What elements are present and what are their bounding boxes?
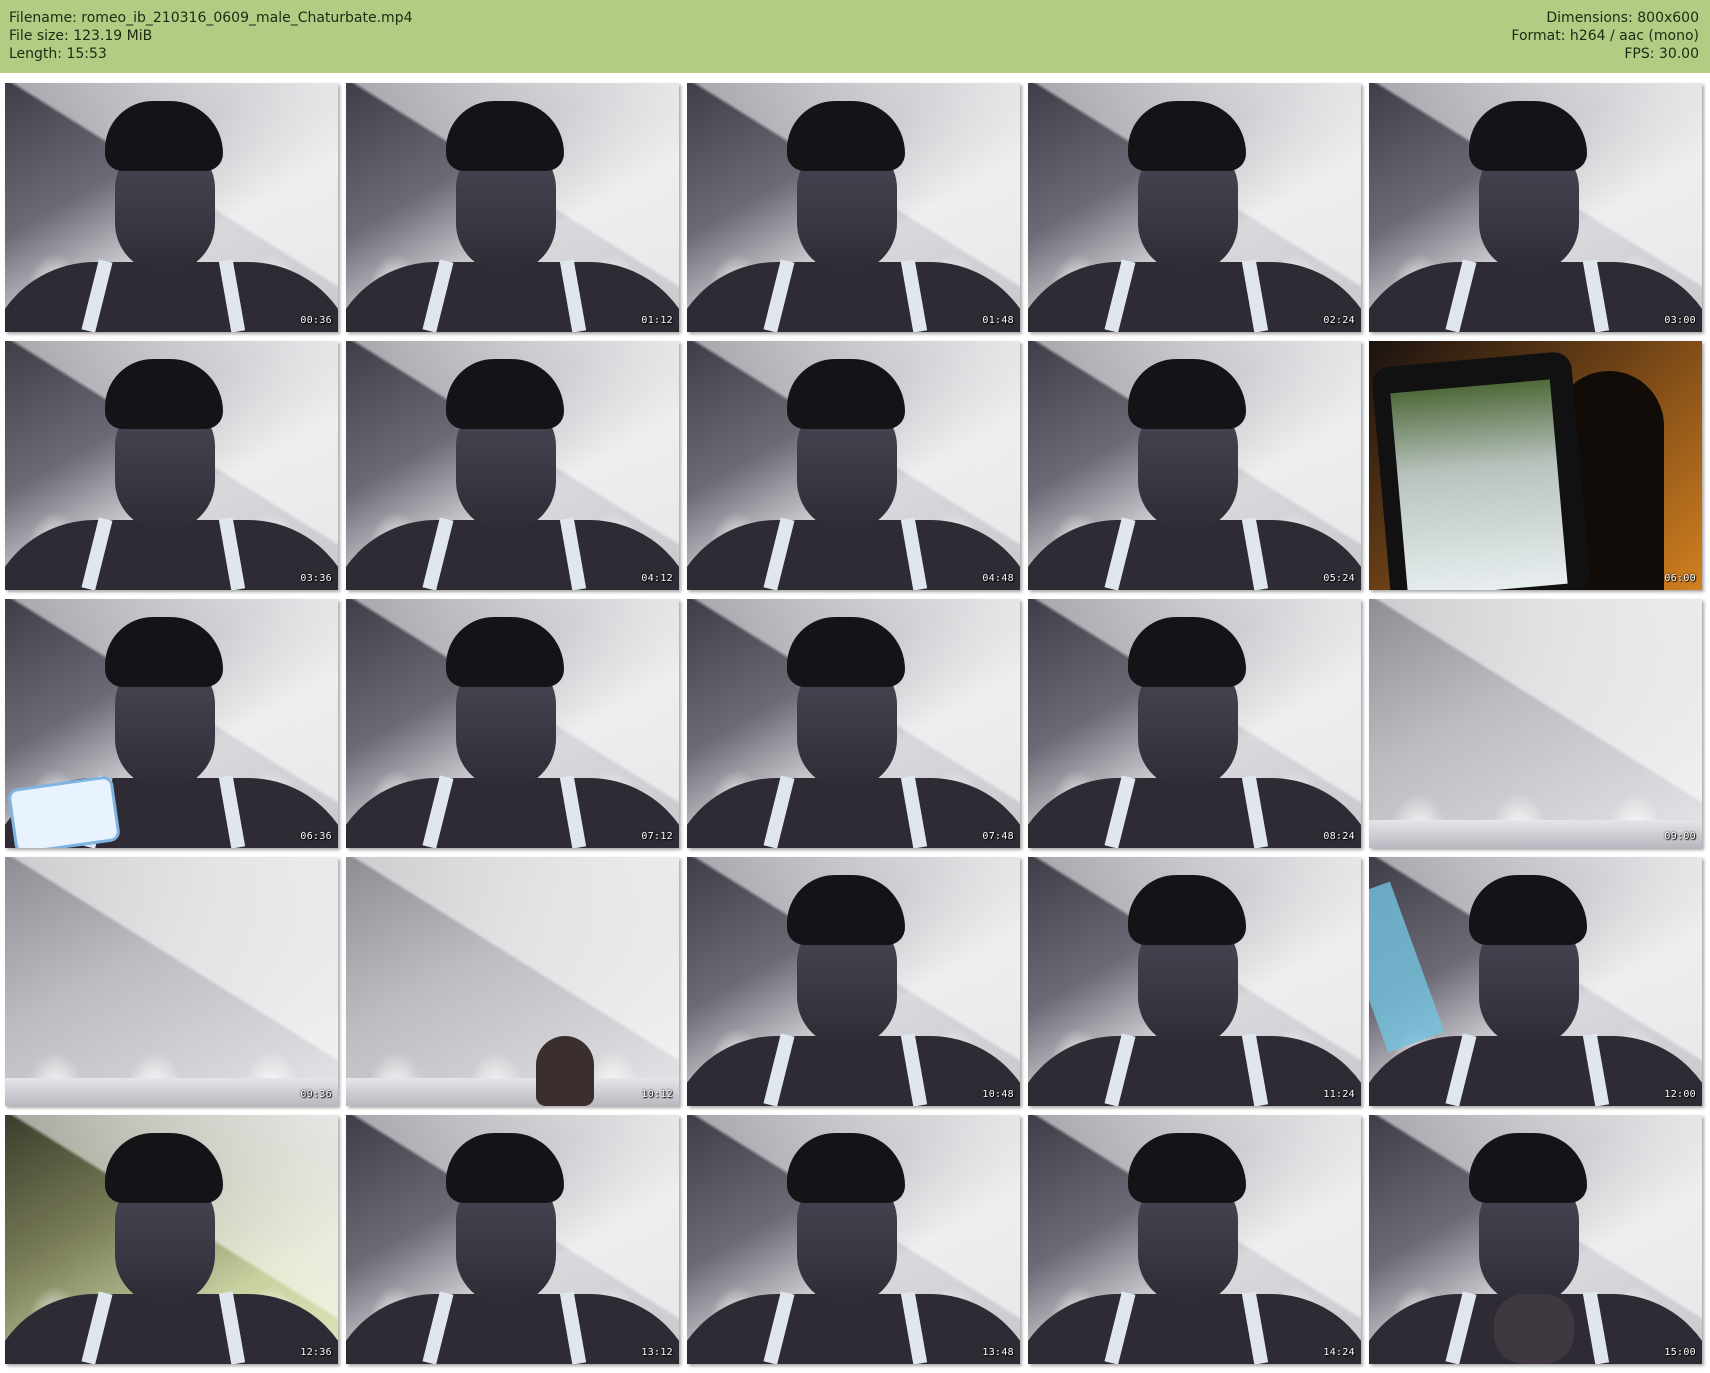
thumbnail-timestamp: 03:36 bbox=[300, 573, 332, 584]
thumbnail-timestamp: 14:24 bbox=[1323, 1347, 1355, 1358]
thumbnail-timestamp: 10:12 bbox=[641, 1089, 673, 1100]
stream-info: Dimensions: 800x600 Format: h264 / aac (… bbox=[1511, 9, 1699, 63]
thumbnail-timestamp: 01:48 bbox=[982, 315, 1014, 326]
thumbnail-timestamp: 07:12 bbox=[641, 831, 673, 842]
thumbnail-timestamp: 12:36 bbox=[300, 1347, 332, 1358]
video-thumbnail[interactable]: 07:48 bbox=[687, 599, 1020, 848]
phone-screen bbox=[1390, 379, 1568, 590]
video-thumbnail[interactable]: 03:36 bbox=[5, 341, 338, 590]
thumbnail-timestamp: 04:12 bbox=[641, 573, 673, 584]
thumbnail-timestamp: 06:00 bbox=[1664, 573, 1696, 584]
thumbnail-timestamp: 15:00 bbox=[1664, 1347, 1696, 1358]
video-thumbnail[interactable]: 06:36 bbox=[5, 599, 338, 848]
thumbnail-timestamp: 06:36 bbox=[300, 831, 332, 842]
video-thumbnail[interactable]: 14:24 bbox=[1028, 1115, 1361, 1364]
thumbnail-timestamp: 13:48 bbox=[982, 1347, 1014, 1358]
video-thumbnail[interactable]: 12:00 bbox=[1369, 857, 1702, 1106]
bedding bbox=[5, 1078, 338, 1106]
video-thumbnail[interactable]: 13:48 bbox=[687, 1115, 1020, 1364]
video-thumbnail[interactable]: 01:48 bbox=[687, 83, 1020, 332]
length-text: Length: 15:53 bbox=[9, 46, 107, 62]
bedding bbox=[346, 1078, 679, 1106]
video-thumbnail[interactable]: 10:48 bbox=[687, 857, 1020, 1106]
video-thumbnail[interactable]: 06:00 bbox=[1369, 341, 1702, 590]
video-thumbnail[interactable]: 11:24 bbox=[1028, 857, 1361, 1106]
thumbnail-timestamp: 03:00 bbox=[1664, 315, 1696, 326]
thumbnail-timestamp: 12:00 bbox=[1664, 1089, 1696, 1100]
thumbnail-timestamp: 05:24 bbox=[1323, 573, 1355, 584]
thumbnail-timestamp: 10:48 bbox=[982, 1089, 1014, 1100]
format-text: Format: h264 / aac (mono) bbox=[1511, 28, 1699, 44]
thumbnail-timestamp: 09:00 bbox=[1664, 831, 1696, 842]
person-peek bbox=[536, 1036, 594, 1106]
fps-text: FPS: 30.00 bbox=[1624, 46, 1699, 62]
video-thumbnail[interactable]: 07:12 bbox=[346, 599, 679, 848]
bedding bbox=[1369, 820, 1702, 848]
video-thumbnail[interactable]: 01:12 bbox=[346, 83, 679, 332]
video-thumbnail[interactable]: 03:00 bbox=[1369, 83, 1702, 332]
thumbnail-timestamp: 08:24 bbox=[1323, 831, 1355, 842]
thumbnail-timestamp: 00:36 bbox=[300, 315, 332, 326]
thumbnail-timestamp: 11:24 bbox=[1323, 1089, 1355, 1100]
video-thumbnail[interactable]: 02:24 bbox=[1028, 83, 1361, 332]
filename-text: Filename: romeo_ib_210316_0609_male_Chat… bbox=[9, 10, 413, 26]
thumbnail-timestamp: 04:48 bbox=[982, 573, 1014, 584]
video-thumbnail[interactable]: 05:24 bbox=[1028, 341, 1361, 590]
hand bbox=[1494, 1294, 1574, 1364]
thumbnail-timestamp: 01:12 bbox=[641, 315, 673, 326]
dimensions-text: Dimensions: 800x600 bbox=[1546, 10, 1699, 26]
info-header: Filename: romeo_ib_210316_0609_male_Chat… bbox=[0, 0, 1710, 73]
thumbnail-grid: 00:36 01:12 01:48 02:24 03:00 03:36 04:12 04:48… bbox=[5, 83, 1702, 1364]
video-thumbnail[interactable]: 04:48 bbox=[687, 341, 1020, 590]
video-thumbnail[interactable]: 09:00 bbox=[1369, 599, 1702, 848]
filesize-text: File size: 123.19 MiB bbox=[9, 28, 153, 44]
video-thumbnail[interactable]: 00:36 bbox=[5, 83, 338, 332]
thumbnail-timestamp: 09:36 bbox=[300, 1089, 332, 1100]
video-thumbnail[interactable]: 09:36 bbox=[5, 857, 338, 1106]
video-thumbnail[interactable]: 04:12 bbox=[346, 341, 679, 590]
video-thumbnail[interactable]: 12:36 bbox=[5, 1115, 338, 1364]
video-thumbnail[interactable]: 15:00 bbox=[1369, 1115, 1702, 1364]
file-info: Filename: romeo_ib_210316_0609_male_Chat… bbox=[9, 9, 413, 63]
video-thumbnail[interactable]: 13:12 bbox=[346, 1115, 679, 1364]
thumbnail-timestamp: 07:48 bbox=[982, 831, 1014, 842]
thumbnail-timestamp: 02:24 bbox=[1323, 315, 1355, 326]
thumbnail-timestamp: 13:12 bbox=[641, 1347, 673, 1358]
video-thumbnail[interactable]: 10:12 bbox=[346, 857, 679, 1106]
video-thumbnail[interactable]: 08:24 bbox=[1028, 599, 1361, 848]
